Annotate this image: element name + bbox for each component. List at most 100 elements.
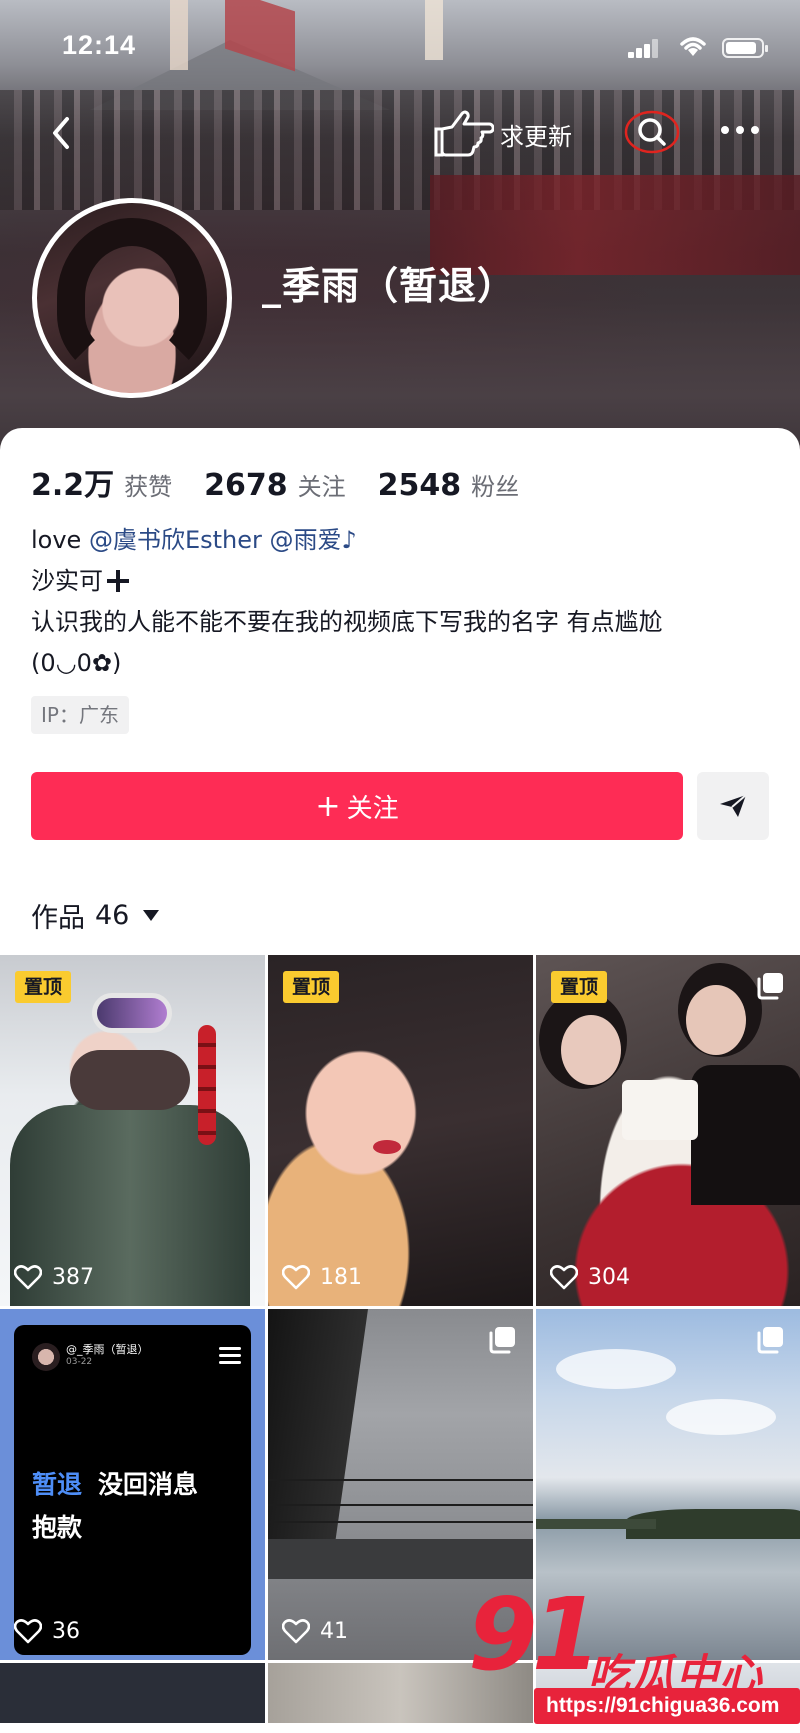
tile-thumbnail-detail [268,1479,533,1481]
battery-icon [722,38,768,58]
stat-value: 2548 [377,468,462,503]
like-count: 304 [588,1264,630,1290]
video-tile[interactable]: 置顶 387 [0,955,265,1306]
pinned-badge: 置顶 [15,971,71,1003]
pinned-badge: 置顶 [551,971,607,1003]
heart-icon [550,1265,578,1290]
works-tab[interactable]: 作品 46 [31,896,160,935]
more-dots-icon[interactable] [715,115,765,145]
card-username: @_季雨（暂退） [66,1343,149,1356]
site-watermark: 91 吃瓜中心 https://91chigua36.com [468,1585,800,1733]
watermark-logo-number: 91 [468,1576,601,1693]
card-highlight: 暂退 [32,1470,83,1499]
heart-icon [14,1265,42,1290]
stat-value: 2678 [204,468,288,503]
bio-mention-link[interactable]: @雨爱♪ [270,526,357,554]
avatar[interactable] [32,198,232,398]
profile-bio: love @虞书欣Esther @雨爱♪ 沙实可 认识我的人能不能不要在我的视频… [31,520,771,684]
status-time: 12:14 [62,30,137,60]
heart-icon [282,1265,310,1290]
heart-icon [14,1619,42,1644]
tile-thumbnail-detail [268,1539,533,1579]
bio-line: love @虞书欣Esther @雨爱♪ [31,520,771,561]
tile-thumbnail-detail [268,1504,533,1506]
like-count: 387 [52,1264,94,1290]
request-update-label[interactable]: 求更新 [500,117,572,152]
stat-label: 粉丝 [471,473,520,501]
avatar-photo [57,218,207,378]
profile-cover: 12:14 求更新 _季雨（暂退） [0,0,800,460]
follow-button-label: 关注 [346,793,399,824]
cellular-signal-icon [628,38,660,58]
bio-text: 沙实可 [31,567,103,595]
tile-thumbnail-detail [666,1399,776,1435]
stat-likes[interactable]: 2.2万 获赞 [31,460,172,504]
bio-line: 认识我的人能不能不要在我的视频底下写我的名字 有点尴尬 [31,608,663,636]
like-count: 36 [52,1618,80,1644]
watermark-url: https://91chigua36.com [534,1688,800,1724]
follow-button[interactable]: + 关注 [31,772,683,840]
like-count: 181 [320,1264,362,1290]
bio-line: 沙实可 [31,561,771,602]
stat-label: 关注 [297,473,346,501]
stat-following[interactable]: 2678 关注 [204,467,346,503]
tile-thumbnail-detail [70,1050,190,1110]
mini-avatar [32,1343,60,1371]
tile-likes: 41 [282,1618,348,1644]
heart-icon [282,1619,310,1644]
tile-thumbnail-detail [536,1519,656,1529]
profile-stats: 2.2万 获赞 2678 关注 2548 粉丝 [31,460,551,503]
tile-thumbnail-detail [691,1065,800,1205]
video-tile[interactable]: @_季雨（暂退） 03-22 暂退 没回消息 抱款 36 [0,1309,265,1660]
tile-likes: 181 [282,1264,362,1290]
back-chevron-icon[interactable] [40,111,84,155]
tile-thumbnail-detail [556,1349,676,1389]
card-text: 抱款 [32,1513,83,1542]
share-button[interactable] [697,772,769,840]
card-message: 暂退 没回消息 [32,1465,198,1501]
pinned-badge: 置顶 [283,971,339,1003]
works-count: 46 [95,900,130,931]
tile-thumbnail-detail [92,993,172,1033]
plus-icon: + [315,788,341,824]
video-tile[interactable] [0,1663,265,1723]
top-nav: 求更新 [0,105,800,165]
stat-value: 2.2万 [31,468,115,503]
ip-location-badge: IP：广东 [31,696,129,734]
plus-icon [107,570,129,592]
video-tile[interactable]: 置顶 181 [268,955,533,1306]
card-text: 没回消息 [98,1470,199,1499]
tile-thumbnail-detail [561,1015,621,1085]
multi-image-icon [489,1327,515,1354]
bio-mention-link[interactable]: @虞书欣Esther [89,526,262,554]
tile-thumbnail-detail [622,1080,698,1140]
profile-username: _季雨（暂退） [262,264,517,308]
search-icon[interactable] [622,107,682,157]
tile-thumbnail-detail [198,1025,216,1145]
video-tile[interactable]: 置顶 304 [536,955,800,1306]
tile-likes: 36 [14,1618,80,1644]
tile-thumbnail-detail [686,985,746,1055]
multi-image-icon [757,973,783,1000]
tile-thumbnail-detail [268,1309,368,1569]
tile-likes: 304 [550,1264,630,1290]
tile-thumbnail-detail [268,1521,533,1523]
multi-image-icon [757,1327,783,1354]
caret-down-icon [143,910,160,921]
tile-likes: 387 [14,1264,94,1290]
stat-followers[interactable]: 2548 粉丝 [378,467,520,503]
menu-icon [219,1347,241,1365]
like-count: 41 [320,1618,348,1644]
card-date: 03-22 [66,1357,93,1367]
send-arrow-icon [720,794,747,817]
screenshot-card: @_季雨（暂退） 03-22 暂退 没回消息 抱款 [14,1325,251,1655]
works-title: 作品 [31,903,85,934]
pointing-hand-icon[interactable] [434,107,494,159]
wifi-icon [680,37,706,56]
stat-label: 获赞 [124,473,173,501]
tile-thumbnail-detail [373,1140,401,1154]
bio-text: love [31,526,89,554]
profile-sheet: 2.2万 获赞 2678 关注 2548 粉丝 love @虞书欣Esther … [0,428,800,1733]
bio-line: (0◡0✿) [31,649,122,677]
status-bar: 12:14 [0,0,800,92]
